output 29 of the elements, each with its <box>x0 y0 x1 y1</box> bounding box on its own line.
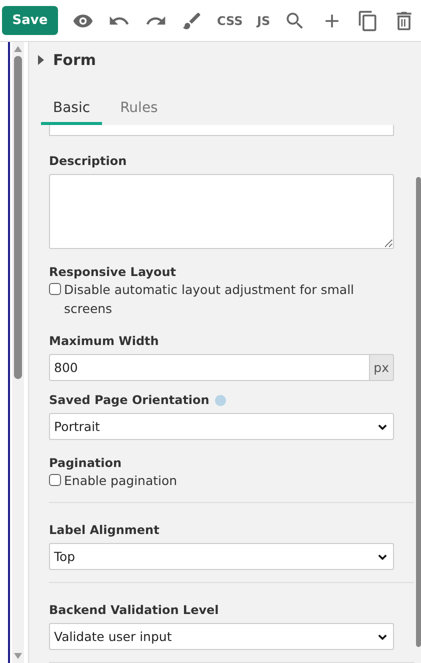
select-dropdown[interactable]: Validate user input <box>49 623 394 650</box>
brush-icon[interactable] <box>180 10 203 32</box>
field-label: Saved Page Orientation <box>49 393 210 407</box>
select-dropdown[interactable]: Portrait <box>49 413 394 440</box>
js-button[interactable]: JS <box>257 14 270 28</box>
title-field[interactable] <box>49 125 394 136</box>
field-label: Label Alignment <box>49 523 160 537</box>
field-label: Pagination <box>49 456 122 470</box>
description-field[interactable] <box>49 174 394 249</box>
panel-title[interactable]: Form <box>53 51 96 69</box>
unit-label: px <box>368 354 394 381</box>
field-label: Responsive Layout <box>49 265 176 279</box>
field-label: Description <box>49 154 127 168</box>
field-label: Backend Validation Level <box>49 603 219 617</box>
tab[interactable]: Rules <box>108 96 170 125</box>
field-label: Maximum Width <box>49 334 159 348</box>
checkbox-label[interactable]: Enable pagination <box>64 471 178 490</box>
checkbox-label[interactable]: Disable automatic layout adjustment for small screens <box>64 280 394 318</box>
select-dropdown[interactable]: Top <box>49 543 394 570</box>
save-button[interactable]: Save <box>2 6 58 35</box>
css-button[interactable]: CSS <box>217 14 243 28</box>
chevron-down-icon <box>378 554 387 560</box>
copy-icon[interactable] <box>356 10 379 32</box>
checkbox[interactable] <box>49 283 61 295</box>
caret-icon[interactable] <box>37 55 45 65</box>
checkbox[interactable] <box>49 474 61 486</box>
chevron-down-icon <box>378 634 387 640</box>
width-field[interactable]: 800 <box>49 354 369 381</box>
chevron-down-icon <box>378 424 387 430</box>
